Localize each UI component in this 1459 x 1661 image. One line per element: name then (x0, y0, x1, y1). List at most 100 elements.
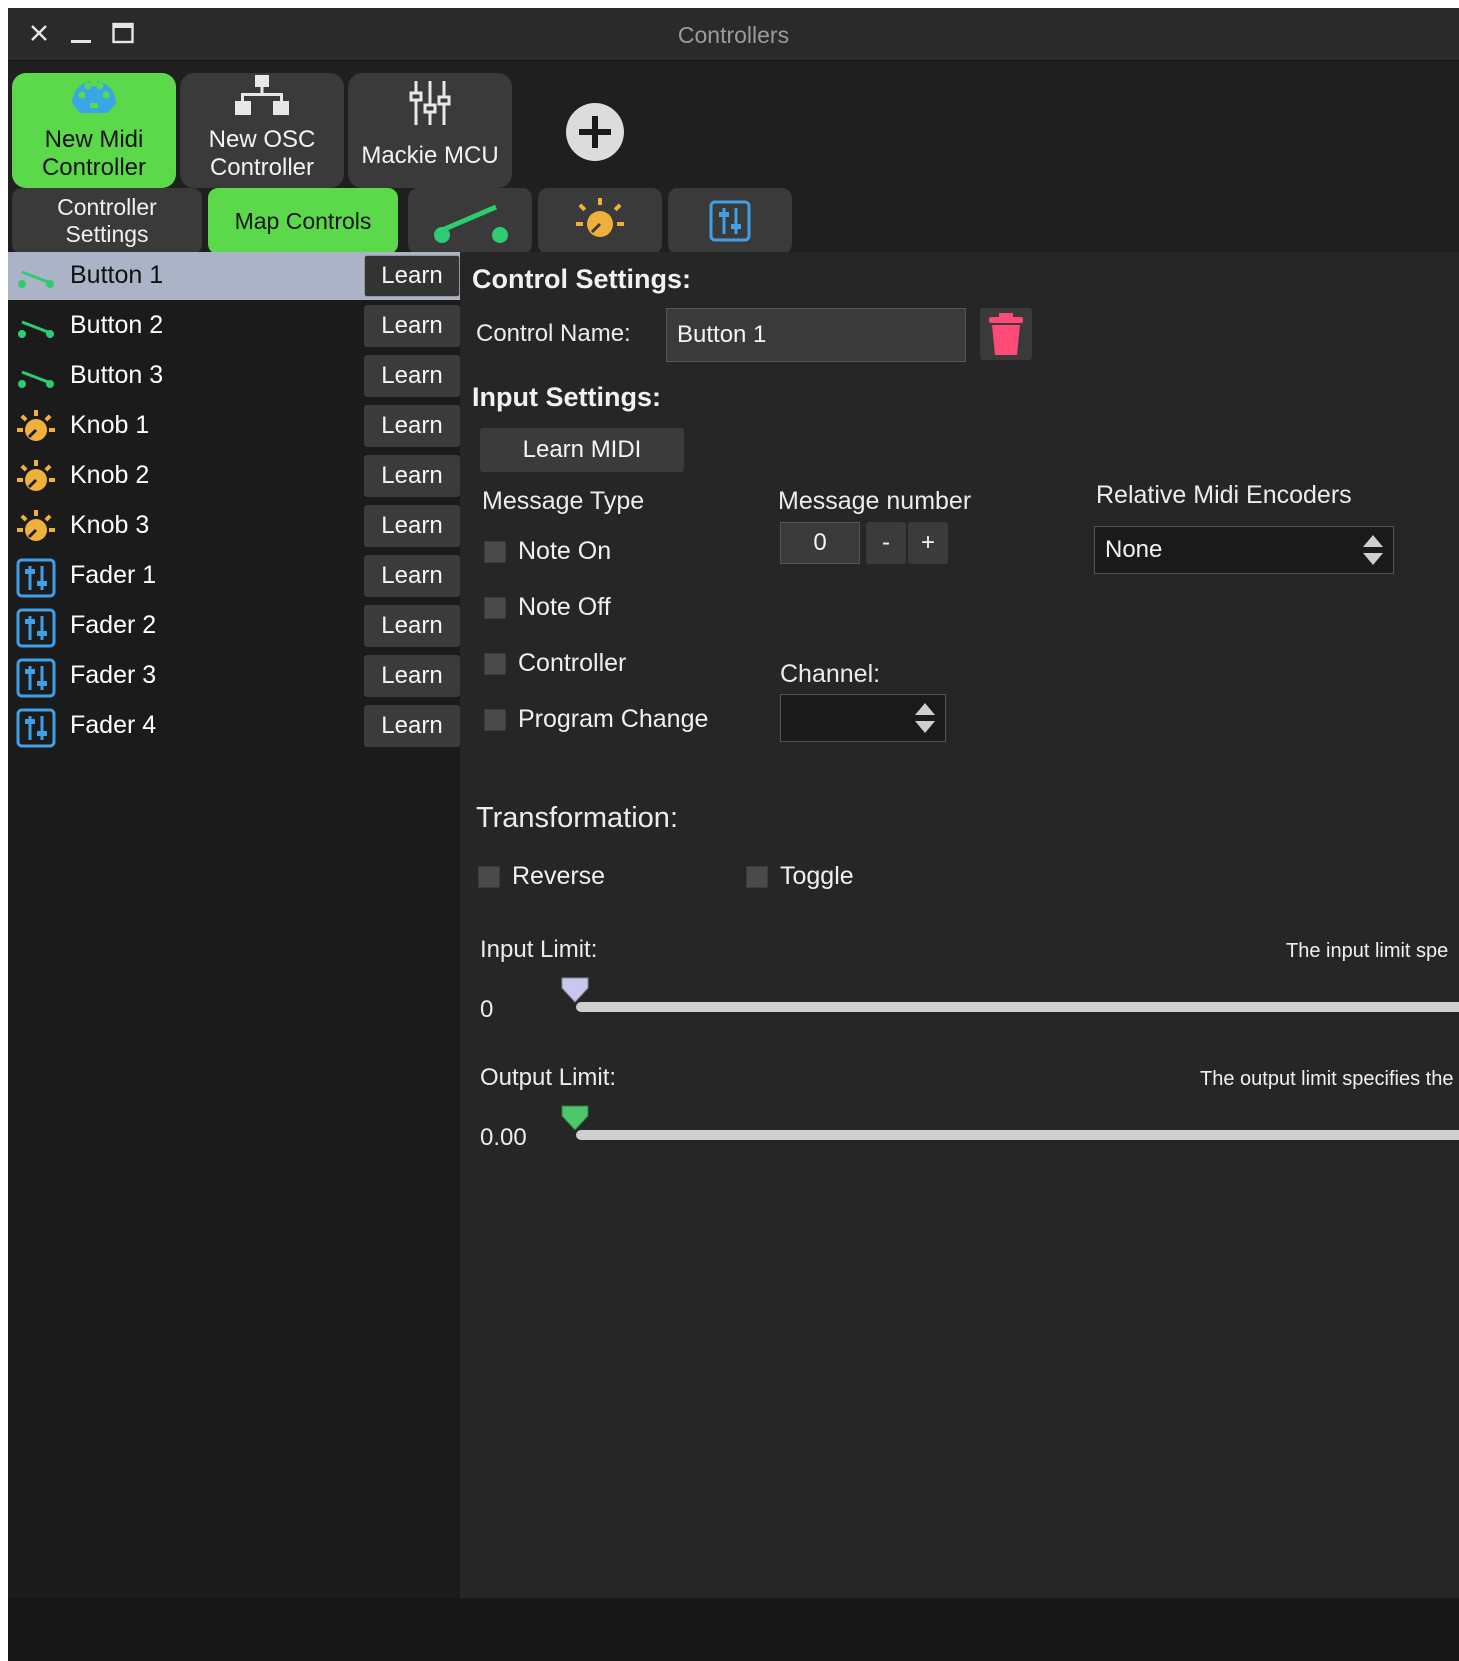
controllers-window: Controllers New Midi Controller New OSC … (8, 8, 1459, 1661)
checkbox-box[interactable] (484, 596, 506, 619)
checkbox-box[interactable] (478, 865, 500, 888)
control-label: Button 1 (70, 261, 164, 289)
learn-button[interactable]: Learn (364, 355, 460, 397)
sub-tab-bar: Controller Settings Map Controls (8, 188, 1459, 254)
learn-button[interactable]: Learn (364, 705, 460, 747)
control-label: Button 3 (70, 361, 164, 389)
mixer-icon (408, 79, 452, 134)
checkbox-box[interactable] (484, 540, 506, 563)
output-limit-handle[interactable] (560, 1104, 590, 1137)
reverse-checkbox[interactable]: Reverse (478, 862, 605, 891)
tab-new-midi-controller[interactable]: New Midi Controller (12, 73, 176, 188)
title-bar: Controllers (8, 8, 1459, 61)
program-change-checkbox[interactable]: Program Change (484, 705, 708, 734)
checkbox-label: Reverse (512, 862, 606, 890)
message-number-field[interactable]: 0 (780, 522, 860, 564)
note-off-checkbox[interactable]: Note Off (484, 593, 611, 622)
relative-midi-encoders-label: Relative Midi Encoders (1096, 481, 1352, 509)
learn-midi-button[interactable]: Learn MIDI (480, 428, 684, 472)
select-arrows-icon (1363, 535, 1383, 565)
control-list-item[interactable]: Button 2 Learn (8, 302, 460, 350)
knob-icon (576, 198, 624, 237)
trash-icon (989, 313, 1023, 355)
learn-button[interactable]: Learn (364, 605, 460, 647)
plus-icon (579, 116, 611, 148)
tab-mackie-mcu[interactable]: Mackie MCU (348, 73, 512, 188)
tab-controller-settings[interactable]: Controller Settings (12, 188, 202, 254)
control-list-item[interactable]: Fader 2 Learn (8, 602, 460, 650)
network-icon (235, 73, 289, 124)
output-limit-slider[interactable] (576, 1130, 1459, 1140)
control-list-item[interactable]: Button 1 Learn (8, 252, 460, 300)
tab-label: Mackie MCU (361, 142, 499, 169)
control-label: Knob 2 (70, 461, 150, 489)
controller-toolbar: New Midi Controller New OSC Controller M… (8, 61, 1459, 188)
learn-button[interactable]: Learn (364, 255, 460, 297)
increment-button[interactable]: + (908, 522, 948, 564)
control-label: Knob 1 (70, 411, 150, 439)
control-list-item[interactable]: Knob 2 Learn (8, 452, 460, 500)
checkbox-box[interactable] (484, 652, 506, 675)
message-number-label: Message number (778, 487, 972, 515)
transformation-heading: Transformation: (476, 802, 678, 834)
learn-button[interactable]: Learn (364, 305, 460, 347)
control-settings-panel: Control Settings: Control Name: Button 1… (460, 252, 1459, 1598)
control-name-label: Control Name: (476, 320, 631, 347)
checkbox-label: Note Off (518, 593, 611, 621)
select-arrows-icon (915, 703, 935, 733)
tab-new-osc-controller[interactable]: New OSC Controller (180, 73, 344, 188)
input-settings-heading: Input Settings: (472, 382, 661, 412)
message-type-label: Message Type (482, 487, 645, 515)
output-limit-hint: The output limit specifies the (1200, 1068, 1454, 1090)
toggle-checkbox[interactable]: Toggle (746, 862, 854, 891)
tab-buttons-filter[interactable] (408, 188, 532, 254)
control-label: Fader 4 (70, 711, 157, 739)
knob-icon (16, 458, 56, 494)
controller-checkbox[interactable]: Controller (484, 649, 626, 678)
control-list-item[interactable]: Fader 1 Learn (8, 552, 460, 600)
learn-button[interactable]: Learn (364, 505, 460, 547)
controls-list: Button 1 Learn Button 2 Learn Button 3 Learn K… (8, 252, 460, 1598)
add-controller-button[interactable] (566, 103, 624, 161)
checkbox-box[interactable] (484, 708, 506, 731)
learn-button[interactable]: Learn (364, 455, 460, 497)
input-limit-label: Input Limit: (480, 936, 598, 963)
fader-icon (16, 558, 56, 598)
window-title: Controllers (677, 22, 790, 48)
checkbox-box[interactable] (746, 865, 768, 888)
relative-midi-encoders-select[interactable]: None (1094, 526, 1394, 574)
learn-button[interactable]: Learn (364, 655, 460, 697)
tab-faders-filter[interactable] (668, 188, 792, 254)
channel-label: Channel: (780, 660, 881, 688)
learn-button[interactable]: Learn (364, 405, 460, 447)
tab-map-controls[interactable]: Map Controls (208, 188, 398, 254)
checkbox-label: Controller (518, 649, 627, 677)
decrement-button[interactable]: - (866, 522, 906, 564)
control-list-item[interactable]: Fader 4 Learn (8, 702, 460, 750)
midi-icon (68, 73, 120, 124)
control-label: Knob 3 (70, 511, 150, 539)
button-switch-icon (16, 258, 56, 294)
control-label: Button 2 (70, 311, 164, 339)
input-limit-handle[interactable] (560, 976, 590, 1009)
delete-control-button[interactable] (980, 308, 1032, 360)
knob-icon (16, 408, 56, 444)
control-list-item[interactable]: Fader 3 Learn (8, 652, 460, 700)
tab-knobs-filter[interactable] (538, 188, 662, 254)
relative-value: None (1105, 536, 1163, 563)
tab-label-line2: Controller (209, 154, 315, 181)
fader-icon (16, 658, 56, 698)
note-on-checkbox[interactable]: Note On (484, 537, 611, 566)
button-switch-icon (434, 204, 508, 243)
control-name-field[interactable]: Button 1 (666, 308, 966, 362)
control-list-item[interactable]: Knob 1 Learn (8, 402, 460, 450)
channel-select[interactable] (780, 694, 946, 742)
input-limit-slider[interactable] (576, 1002, 1459, 1012)
learn-button[interactable]: Learn (364, 555, 460, 597)
control-label: Fader 3 (70, 661, 157, 689)
tab-label-line1: New OSC (208, 126, 316, 153)
control-list-item[interactable]: Knob 3 Learn (8, 502, 460, 550)
status-bar (8, 1598, 1459, 1661)
fader-icon (16, 708, 56, 748)
control-list-item[interactable]: Button 3 Learn (8, 352, 460, 400)
